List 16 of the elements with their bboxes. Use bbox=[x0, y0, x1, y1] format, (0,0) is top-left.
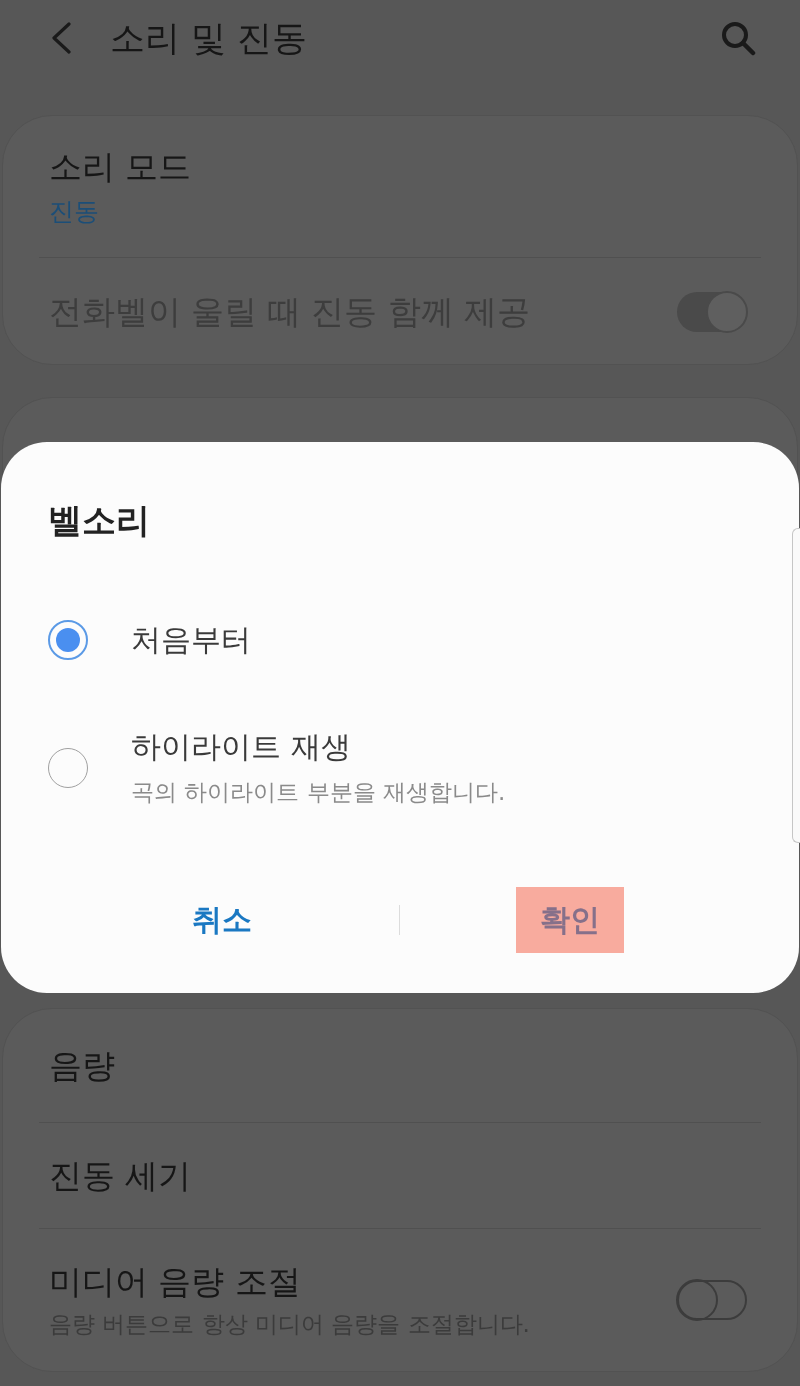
edge-panel-handle[interactable] bbox=[792, 528, 800, 843]
option-label[interactable]: 하이라이트 재생 bbox=[131, 727, 351, 767]
setting-value: 진동 bbox=[49, 196, 99, 228]
radio-button[interactable] bbox=[48, 620, 88, 660]
search-icon[interactable] bbox=[720, 20, 756, 56]
option-label[interactable]: 처음부터 bbox=[131, 620, 251, 660]
toggle-switch[interactable] bbox=[677, 1280, 747, 1320]
dialog-button[interactable]: 취소 bbox=[167, 887, 276, 953]
page-title: 소리 및 진동 bbox=[110, 17, 308, 60]
option-description: 곡의 하이라이트 부분을 재생합니다. bbox=[131, 778, 506, 807]
setting-title: 진동 세기 bbox=[49, 1154, 192, 1197]
dialog-title: 벨소리 bbox=[48, 499, 150, 542]
back-icon[interactable] bbox=[50, 22, 72, 54]
setting-title: 미디어 음량 조절 bbox=[49, 1260, 301, 1303]
setting-title: 소리 모드 bbox=[49, 146, 192, 188]
setting-title: 음량 bbox=[49, 1044, 115, 1087]
